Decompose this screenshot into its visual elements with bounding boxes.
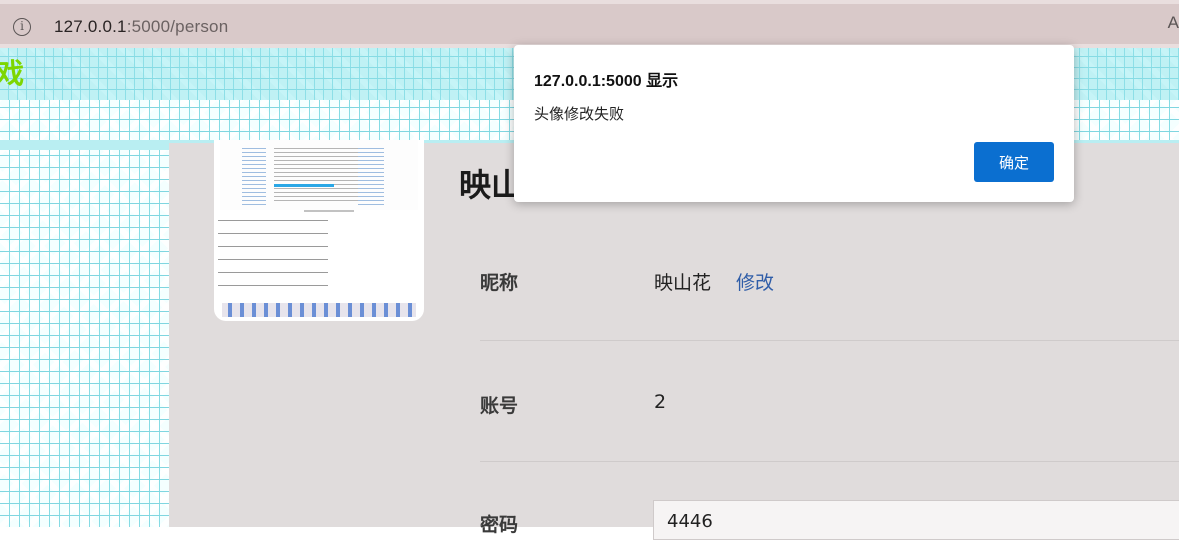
browser-address-bar: i 127.0.0.1:5000/person A bbox=[0, 0, 1179, 48]
nickname-label: 昵称 bbox=[480, 272, 519, 294]
row-divider bbox=[480, 340, 1179, 341]
edit-nickname-link[interactable]: 修改 bbox=[736, 268, 774, 295]
row-divider bbox=[480, 461, 1179, 462]
account-label: 账号 bbox=[480, 395, 519, 417]
avatar-screenshot-body bbox=[218, 220, 328, 292]
password-field[interactable]: 4446 bbox=[653, 500, 1179, 540]
alert-dialog: 127.0.0.1:5000 显示 头像修改失败 确定 bbox=[514, 45, 1074, 202]
dialog-title: 127.0.0.1:5000 显示 bbox=[534, 73, 679, 90]
avatar-screenshot-taskbar bbox=[222, 303, 416, 317]
avatar-screenshot-bar bbox=[274, 184, 334, 187]
ok-button[interactable]: 确定 bbox=[974, 142, 1054, 182]
url-text[interactable]: 127.0.0.1:5000/person bbox=[54, 17, 228, 37]
nickname-value: 映山花 bbox=[654, 272, 712, 294]
url-host: 127.0.0.1 bbox=[54, 17, 127, 36]
site-info-icon[interactable]: i bbox=[13, 18, 31, 36]
read-aloud-icon[interactable]: A bbox=[1168, 13, 1179, 33]
url-path: :5000/person bbox=[126, 17, 229, 36]
password-label: 密码 bbox=[480, 514, 519, 536]
account-value: 2 bbox=[654, 391, 667, 413]
site-logo[interactable]: 戏 bbox=[0, 52, 24, 92]
avatar-screenshot-caption bbox=[304, 210, 354, 212]
avatar-screenshot-sidebar bbox=[242, 148, 266, 208]
avatar-image[interactable] bbox=[214, 140, 424, 321]
dialog-message: 头像修改失败 bbox=[534, 105, 625, 123]
address-pill[interactable]: i 127.0.0.1:5000/person bbox=[0, 4, 1179, 44]
avatar-screenshot-panel bbox=[358, 148, 384, 208]
